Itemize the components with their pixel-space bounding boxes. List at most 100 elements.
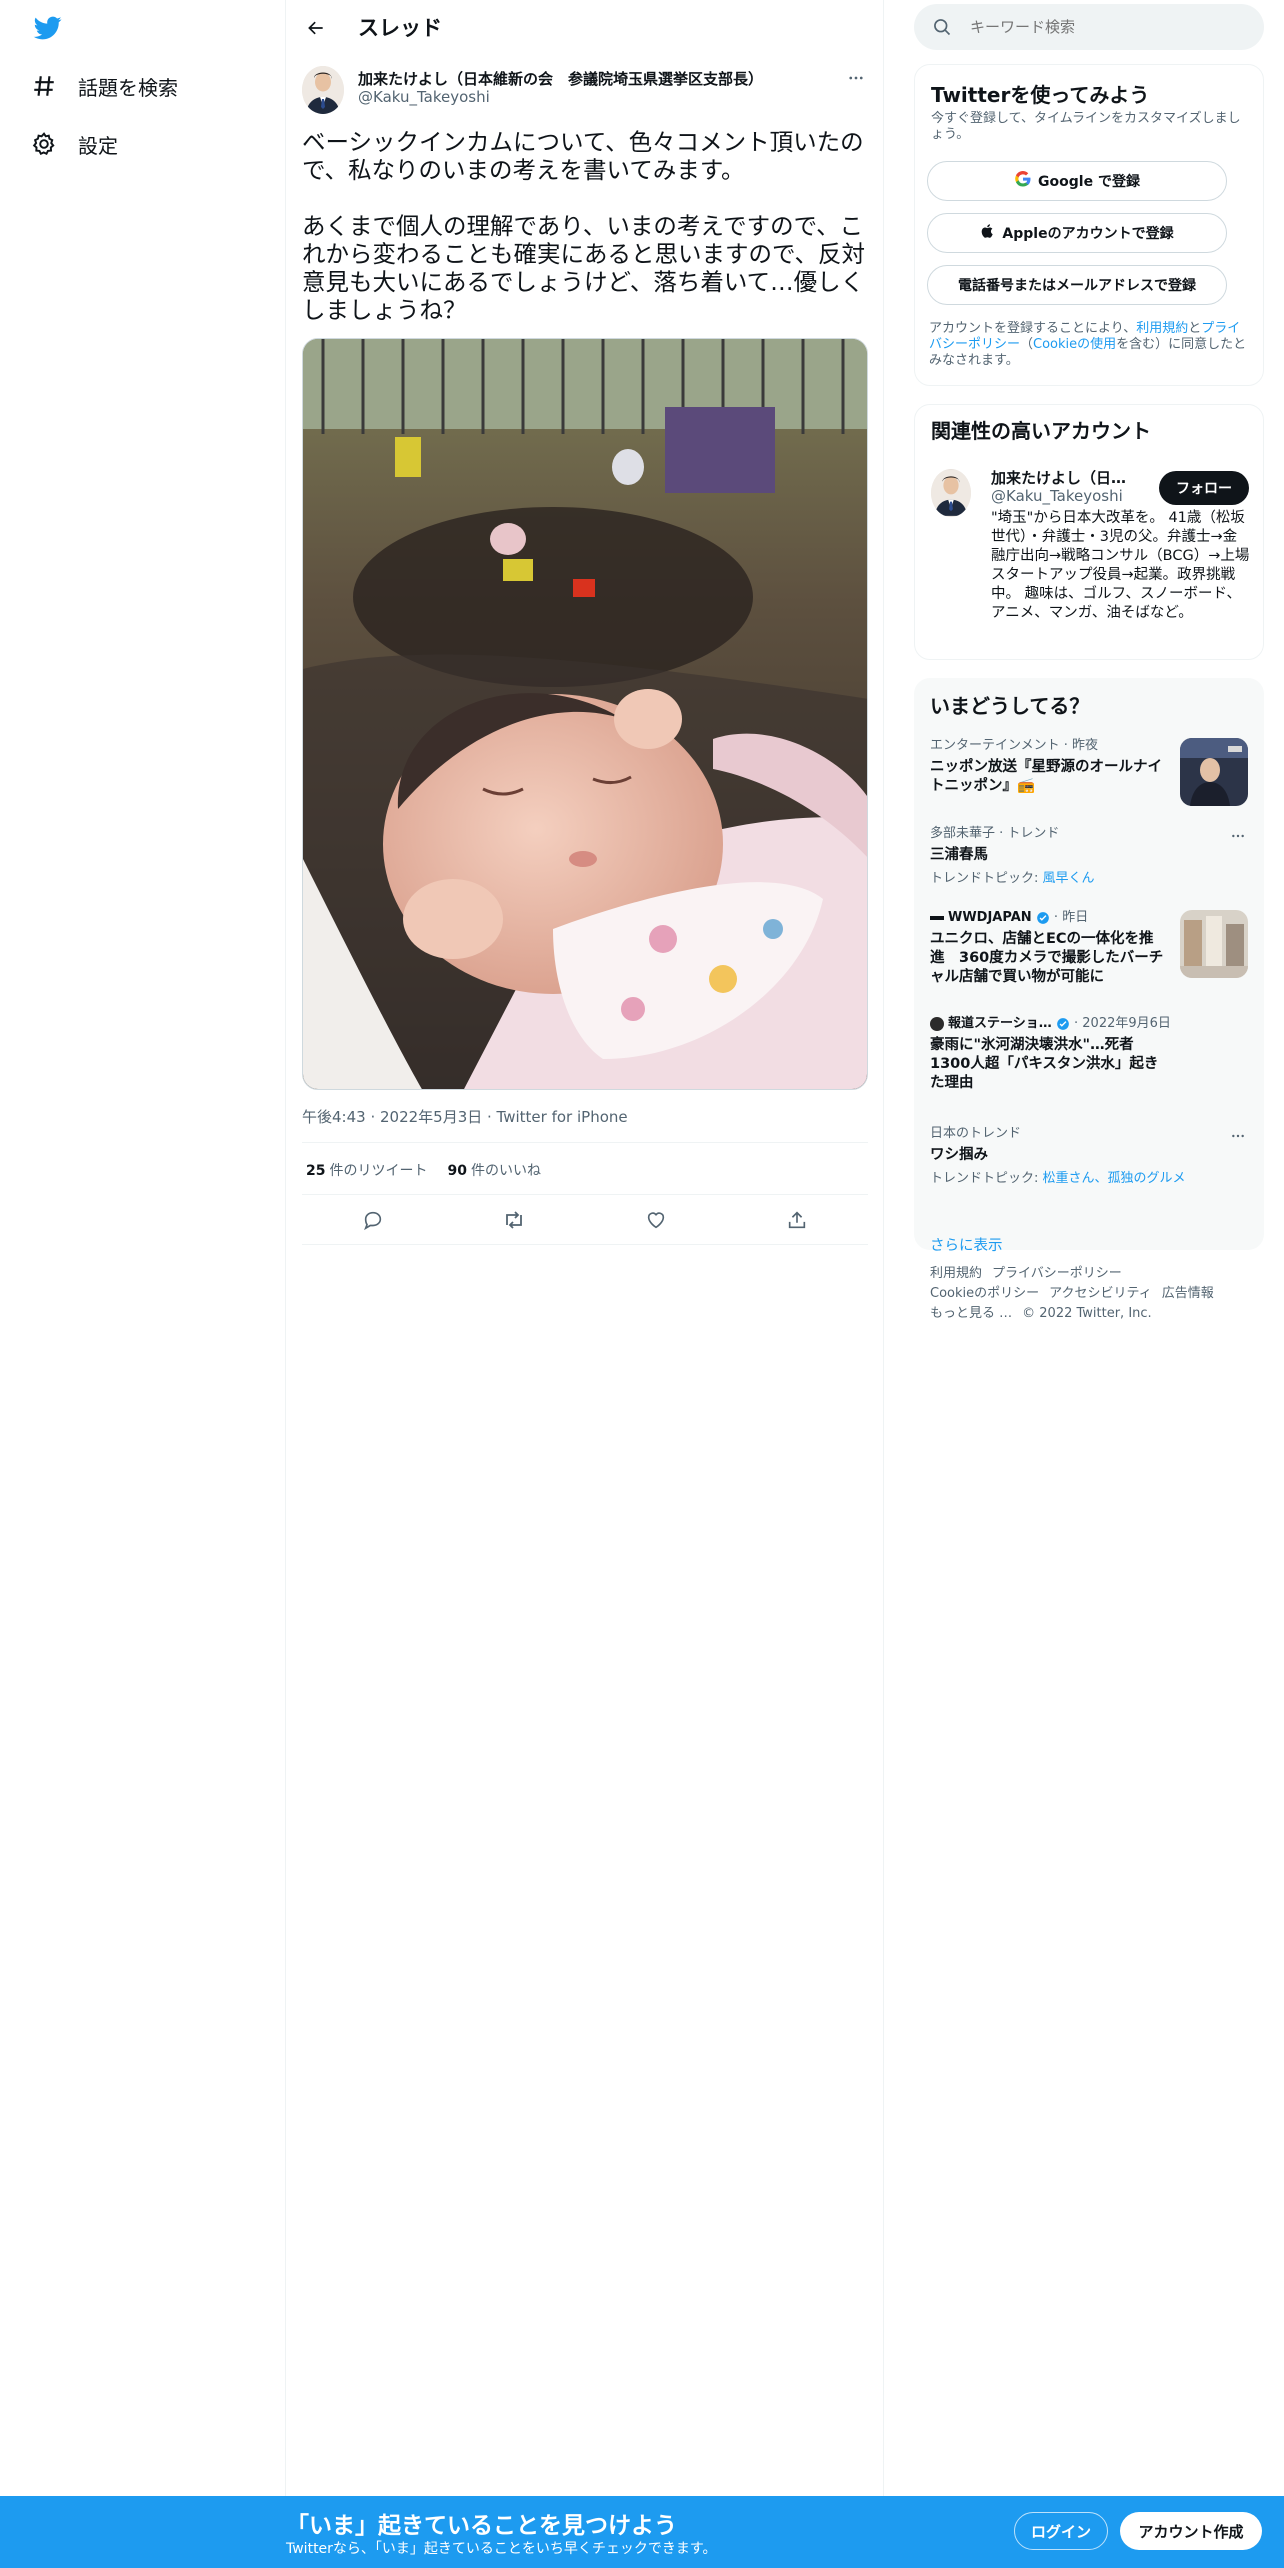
trends-card: いまどうしてる？ エンターテインメント · 昨夜 ニッポン放送『星野源のオールナ… (914, 678, 1264, 1254)
footer-cookie-link[interactable]: Cookieのポリシー (930, 1286, 1039, 1301)
tweet-photo[interactable] (302, 338, 868, 1090)
twitter-bird-icon[interactable] (32, 14, 64, 42)
create-account-button[interactable]: アカウント作成 (1120, 2512, 1262, 2550)
author-name[interactable]: 加来たけよし（日本維新の会 参議院埼玉県選挙区支部長） (358, 68, 763, 89)
like-count: 90 (447, 1163, 467, 1179)
footer-accessibility-link[interactable]: アクセシビリティ (1049, 1286, 1152, 1301)
page-title: スレッド (358, 16, 442, 40)
news-source-icon (930, 1016, 944, 1031)
trend-category: 日本のトレンド (930, 1126, 1022, 1141)
apple-icon (980, 222, 996, 244)
trend-title: ニッポン放送『星野源のオールナイトニッポン』📻 (930, 759, 1162, 794)
footer-copyright: © 2022 Twitter, Inc. (1022, 1306, 1152, 1321)
related-account-name[interactable]: 加来たけよし（日本維新の会 参議院埼玉県選挙区支部長） (991, 467, 1141, 488)
nav-settings[interactable]: 設定 (30, 124, 118, 164)
tweet-timestamp[interactable]: 午後4:43 · 2022年5月3日 · Twitter for iPhone (302, 1106, 628, 1127)
footer-links: 利用規約 プライバシーポリシー Cookieのポリシー アクセシビリティ 広告情報 も… (930, 1264, 1260, 1324)
nav-settings-label: 設定 (78, 133, 118, 158)
retweet-count: 25 (306, 1163, 326, 1179)
phone-signup-button[interactable]: 電話番号またはメールアドレスで登録 (927, 265, 1227, 305)
trend-title: 豪雨に"氷河湖決壊洪水"…死者1300人超「パキスタン洪水」起きた理由 (930, 1037, 1159, 1091)
trend-source: 報道ステーショ… (948, 1016, 1052, 1031)
more-options-icon[interactable] (1228, 1126, 1248, 1146)
more-options-icon[interactable] (844, 66, 868, 90)
apple-signup-button[interactable]: Appleのアカウントで登録 (927, 213, 1227, 253)
trend-topics-link[interactable]: 風早くん (1043, 871, 1095, 886)
trend-thumbnail (1180, 738, 1248, 806)
legal-paren: （ (1020, 337, 1034, 352)
verified-badge-icon (1056, 1016, 1070, 1031)
news-source-icon (930, 915, 944, 920)
divider (302, 1244, 868, 1245)
bottom-bar-title: 「いま」起きていることを見つけよう (286, 2513, 677, 2539)
phone-signup-label: 電話番号またはメールアドレスで登録 (958, 278, 1196, 294)
avatar[interactable] (302, 66, 344, 114)
main-column: スレッド 加来たけよし（日本維新の会 参議院埼玉県選挙区支部長） @Kaku_T… (286, 0, 884, 2496)
tweet-stats: 25 件のリツイート 90 件のいいね (306, 1160, 541, 1180)
show-more-link[interactable]: さらに表示 (930, 1234, 1003, 1255)
signup-legal: アカウントを登録することにより、利用規約とプライバシーポリシー（Cookieの使… (929, 321, 1251, 369)
trend-title: 三浦春馬 (930, 847, 988, 863)
footer-ads-link[interactable]: 広告情報 (1162, 1286, 1214, 1301)
hashtag-icon (30, 72, 58, 100)
footer-privacy-link[interactable]: プライバシーポリシー (992, 1266, 1122, 1281)
bottom-signup-bar: 「いま」起きていることを見つけよう Twitterなら、「いま」起きていることを… (0, 2496, 1284, 2568)
divider (302, 1194, 868, 1195)
trend-item[interactable]: 報道ステーショ… · 2022年9月6日 豪雨に"氷河湖決壊洪水"…死者1300… (930, 1016, 1248, 1093)
trend-category-line: 報道ステーショ… · 2022年9月6日 (930, 1016, 1248, 1032)
retweet-stat[interactable]: 25 件のリツイート (306, 1160, 427, 1180)
bottom-bar-subtitle: Twitterなら、「いま」起きていることをいち早くチェックできます。 (286, 2541, 717, 2557)
trend-item[interactable]: エンターテインメント · 昨夜 ニッポン放送『星野源のオールナイトニッポン』📻 (930, 738, 1248, 806)
gear-icon (30, 130, 58, 158)
legal-cookie-link[interactable]: Cookieの使用 (1033, 337, 1116, 352)
trend-category: 多部未華子 · トレンド (930, 826, 1060, 841)
trend-title: ワシ掴み (930, 1147, 988, 1163)
related-account-handle[interactable]: @Kaku_Takeyoshi (991, 487, 1123, 505)
signup-title: Twitterを使ってみよう (931, 83, 1150, 107)
search-input[interactable] (970, 12, 1250, 42)
google-signup-label: Google で登録 (1038, 174, 1140, 190)
trend-topics: トレンドトピック: 松重さん、孤独のグルメ (930, 1167, 1248, 1186)
trend-item[interactable]: 多部未華子 · トレンド 三浦春馬 トレンドトピック: 風早くん (930, 826, 1248, 886)
trend-topics-prefix: トレンドトピック: (930, 1171, 1043, 1186)
search-icon (932, 17, 952, 37)
related-account-bio: "埼玉"から日本大改革を。 41歳（松坂世代）・弁護士・3児の父。弁護士→金融庁… (991, 510, 1250, 621)
back-arrow-icon[interactable] (300, 12, 332, 44)
google-signup-button[interactable]: Google で登録 (927, 161, 1227, 201)
divider (302, 1142, 868, 1143)
avatar[interactable] (931, 469, 971, 517)
trend-title: ユニクロ、店舗とECの一体化を推進 360度カメラで撮影したバーチャル店舗で買い… (930, 931, 1164, 985)
left-nav: 話題を検索 設定 (0, 0, 286, 2496)
footer-more-link[interactable]: もっと見る … (930, 1306, 1012, 1321)
more-options-icon[interactable] (1228, 826, 1248, 846)
author-handle[interactable]: @Kaku_Takeyoshi (358, 88, 490, 106)
like-stat[interactable]: 90 件のいいね (447, 1160, 540, 1180)
trend-thumbnail (1180, 910, 1248, 978)
signup-card: Twitterを使ってみよう 今すぐ登録して、タイムラインをカスタマイズしましょ… (914, 64, 1264, 386)
share-icon[interactable] (783, 1206, 811, 1234)
trend-item[interactable]: WWDJAPAN · 昨日 ユニクロ、店舗とECの一体化を推進 360度カメラで… (930, 910, 1248, 987)
legal-terms-link[interactable]: 利用規約 (1136, 321, 1188, 336)
tweet-text: ベーシックインカムについて、色々コメント頂いたので、私なりのいまの考えを書いてみ… (302, 128, 866, 324)
footer-terms-link[interactable]: 利用規約 (930, 1266, 982, 1281)
heart-icon[interactable] (642, 1206, 670, 1234)
trend-source: WWDJAPAN (948, 910, 1032, 925)
trend-item[interactable]: 日本のトレンド ワシ掴み トレンドトピック: 松重さん、孤独のグルメ (930, 1126, 1248, 1186)
trend-time: · 2022年9月6日 (1069, 1016, 1171, 1031)
search-bar[interactable] (914, 4, 1264, 50)
related-title: 関連性の高いアカウント (931, 419, 1151, 443)
nav-explore[interactable]: 話題を検索 (30, 66, 178, 106)
retweet-icon[interactable] (500, 1206, 528, 1234)
tweet-actions (302, 1200, 868, 1240)
legal-and: と (1188, 321, 1202, 336)
trend-topics-prefix: トレンドトピック: (930, 871, 1043, 886)
google-icon (1014, 170, 1032, 192)
tweet-author: 加来たけよし（日本維新の会 参議院埼玉県選挙区支部長） @Kaku_Takeyo… (302, 66, 868, 116)
follow-button[interactable]: フォロー (1159, 471, 1249, 505)
legal-prefix: アカウントを登録することにより、 (929, 321, 1137, 336)
signup-subtitle: 今すぐ登録して、タイムラインをカスタマイズしましょう。 (931, 111, 1241, 142)
login-button[interactable]: ログイン (1014, 2512, 1108, 2550)
trend-topics-link[interactable]: 松重さん、孤独のグルメ (1043, 1171, 1186, 1186)
apple-signup-label: Appleのアカウントで登録 (1002, 226, 1174, 242)
reply-icon[interactable] (359, 1206, 387, 1234)
